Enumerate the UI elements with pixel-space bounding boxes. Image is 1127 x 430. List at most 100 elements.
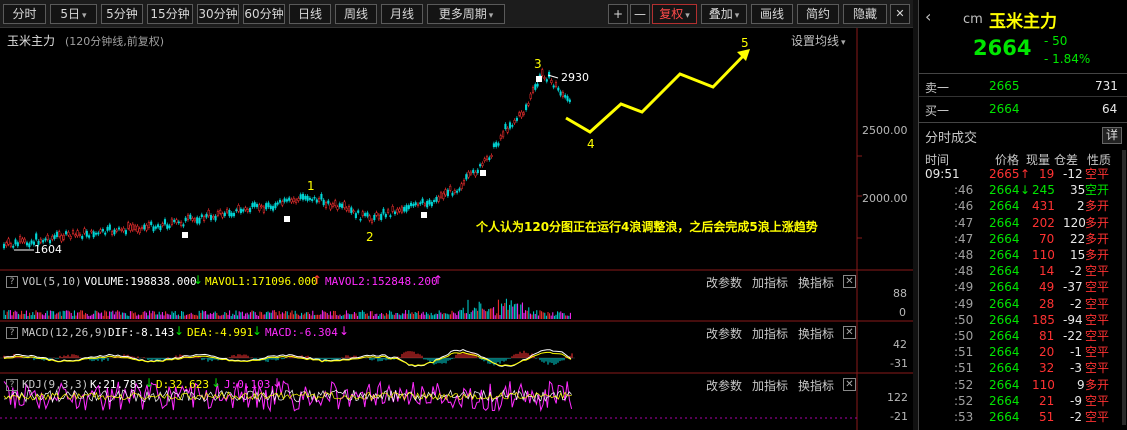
wave-label-1: 1 bbox=[307, 179, 315, 193]
chart-subtitle: (120分钟线,前复权) bbox=[65, 35, 165, 48]
macd-switch-indicator-button[interactable]: 换指标 bbox=[798, 325, 834, 342]
period-tab-5day[interactable]: 5日 bbox=[50, 4, 97, 24]
trade-position-change: -12 bbox=[1063, 167, 1083, 181]
trade-price: 2664 bbox=[989, 410, 1020, 424]
trade-row: :47 2664 70 22 多开 bbox=[919, 232, 1127, 247]
chart-title: 玉米主力 bbox=[7, 34, 56, 48]
macd-edit-params-button[interactable]: 改参数 bbox=[706, 325, 742, 342]
trade-row: 09:51 2665 ↑ 19 -12 空平 bbox=[919, 167, 1127, 182]
vol-edit-params-button[interactable]: 改参数 bbox=[706, 274, 742, 291]
macd-name: MACD(12,26,9) bbox=[22, 326, 109, 339]
trade-nature: 空平 bbox=[1085, 264, 1110, 279]
period-tab-60min[interactable]: 60分钟 bbox=[243, 4, 285, 24]
quote-panel: ‹ cm 玉米主力 2664 - 50 - 1.84% 卖一 2665 731 … bbox=[918, 0, 1127, 430]
trade-volume: 185 bbox=[1032, 312, 1055, 327]
dea-value: DEA:-4.991 bbox=[187, 326, 254, 339]
hide-button[interactable]: 隐藏 bbox=[843, 4, 887, 24]
adjust-price-button[interactable]: 复权 bbox=[652, 4, 697, 24]
instrument-name: 玉米主力 bbox=[989, 12, 1057, 32]
trade-position-change: 22 bbox=[1070, 231, 1086, 246]
simple-mode-button[interactable]: 简约 bbox=[797, 4, 839, 24]
mavol2-up-arrow: ↑ bbox=[433, 273, 444, 287]
trades-detail-button[interactable]: 详 bbox=[1102, 127, 1122, 144]
trade-volume: 20 bbox=[1039, 345, 1055, 360]
kdj-help-icon[interactable]: ? bbox=[6, 379, 18, 391]
kdj-name: KDJ(9,3,3) bbox=[22, 378, 89, 391]
period-tab-more[interactable]: 更多周期 bbox=[427, 4, 505, 24]
trade-volume: 110 bbox=[1032, 377, 1055, 392]
vol-help-icon[interactable]: ? bbox=[6, 276, 18, 288]
trades-list[interactable]: 09:51 2665 ↑ 19 -12 空平:46 2664 ↓ 245 35 空开:46 2664 4… bbox=[919, 167, 1127, 430]
trade-volume: 110 bbox=[1032, 248, 1055, 262]
kdj-switch-indicator-button[interactable]: 换指标 bbox=[798, 377, 834, 394]
vol-add-indicator-button[interactable]: 加指标 bbox=[752, 274, 788, 291]
trade-row: :48 2664 14 -2 空平 bbox=[919, 264, 1127, 279]
trade-price: 2664 bbox=[989, 231, 1020, 246]
high-price-label: 2930 bbox=[561, 71, 589, 84]
trade-row: :46 2664 ↓ 245 35 空开 bbox=[919, 183, 1127, 198]
y-tick-2500: 2500.00 bbox=[862, 124, 908, 137]
header-price: 价格 bbox=[995, 153, 1020, 167]
wave-projection-line bbox=[565, 50, 749, 134]
header-time: 时间 bbox=[925, 153, 950, 167]
kdj-tick-bottom: -21 bbox=[890, 410, 908, 423]
trade-time: :52 bbox=[954, 393, 974, 408]
j-value: J:0.103 bbox=[224, 378, 271, 391]
period-tab-5min[interactable]: 5分钟 bbox=[101, 4, 143, 24]
trade-row: :49 2664 49 -37 空平 bbox=[919, 280, 1127, 295]
vol-close-icon[interactable]: ✕ bbox=[843, 275, 856, 288]
trade-price: 2664 bbox=[989, 248, 1020, 262]
vol-switch-indicator-button[interactable]: 换指标 bbox=[798, 274, 834, 291]
trade-nature: 多开 bbox=[1085, 215, 1110, 230]
mavol2-value: MAVOL2:152848.200 bbox=[325, 275, 438, 288]
trade-price: 2664 bbox=[989, 345, 1020, 360]
close-icon[interactable]: ✕ bbox=[890, 4, 910, 24]
kdj-add-indicator-button[interactable]: 加指标 bbox=[752, 377, 788, 394]
trade-nature: 空平 bbox=[1085, 393, 1110, 408]
trade-row: :48 2664 110 15 多开 bbox=[919, 248, 1127, 263]
trade-position-change: 120 bbox=[1063, 215, 1086, 230]
draw-line-button[interactable]: 画线 bbox=[751, 4, 793, 24]
trade-nature: 空平 bbox=[1085, 410, 1110, 424]
trades-scrollbar[interactable] bbox=[1122, 150, 1126, 425]
trade-nature: 空平 bbox=[1085, 167, 1110, 181]
macd-value: MACD:-6.304 bbox=[265, 326, 338, 339]
trade-volume: 32 bbox=[1039, 361, 1055, 376]
zoom-in-button[interactable]: + bbox=[608, 4, 628, 24]
period-tab-monthly[interactable]: 月线 bbox=[381, 4, 423, 24]
overlay-button[interactable]: 叠加 bbox=[701, 4, 747, 24]
period-tab-15min[interactable]: 15分钟 bbox=[147, 4, 193, 24]
trade-price: 2664 bbox=[989, 280, 1020, 295]
trade-price: 2664 bbox=[989, 183, 1020, 198]
trade-price: 2664 bbox=[989, 393, 1020, 408]
down-arrow-icon: ↓ bbox=[1020, 183, 1031, 198]
trade-volume: 49 bbox=[1039, 280, 1055, 295]
trade-time: :49 bbox=[954, 280, 974, 295]
macd-help-icon[interactable]: ? bbox=[6, 327, 18, 339]
trade-position-change: -2 bbox=[1070, 410, 1082, 424]
period-toolbar: 分时 5日 5分钟 15分钟 30分钟 60分钟 日线 周线 月线 更多周期 +… bbox=[0, 0, 913, 28]
trade-price: 2664 bbox=[989, 377, 1020, 392]
kdj-edit-params-button[interactable]: 改参数 bbox=[706, 377, 742, 394]
trade-time: :48 bbox=[954, 248, 974, 262]
kdj-close-icon[interactable]: ✕ bbox=[843, 378, 856, 391]
trade-row: :51 2664 20 -1 空平 bbox=[919, 345, 1127, 360]
trade-price: 2664 bbox=[989, 199, 1020, 214]
zoom-out-button[interactable]: — bbox=[630, 4, 650, 24]
period-tab-weekly[interactable]: 周线 bbox=[335, 4, 377, 24]
trade-time: :52 bbox=[954, 377, 974, 392]
collapse-chevron-icon[interactable]: ‹ bbox=[925, 7, 931, 26]
trade-position-change: -94 bbox=[1063, 312, 1083, 327]
period-tab-daily[interactable]: 日线 bbox=[289, 4, 331, 24]
trade-position-change: -37 bbox=[1063, 280, 1083, 295]
trade-volume: 431 bbox=[1032, 199, 1055, 214]
macd-close-icon[interactable]: ✕ bbox=[843, 326, 856, 339]
ma-settings-button[interactable]: 设置均线 bbox=[791, 32, 846, 49]
ask-volume: 731 bbox=[1095, 79, 1118, 93]
macd-add-indicator-button[interactable]: 加指标 bbox=[752, 325, 788, 342]
macd-down-arrow: ↓ bbox=[339, 324, 350, 338]
trade-position-change: 15 bbox=[1070, 248, 1086, 262]
period-tab-intraday[interactable]: 分时 bbox=[3, 4, 46, 24]
vol-name: VOL(5,10) bbox=[22, 275, 82, 288]
period-tab-30min[interactable]: 30分钟 bbox=[197, 4, 239, 24]
